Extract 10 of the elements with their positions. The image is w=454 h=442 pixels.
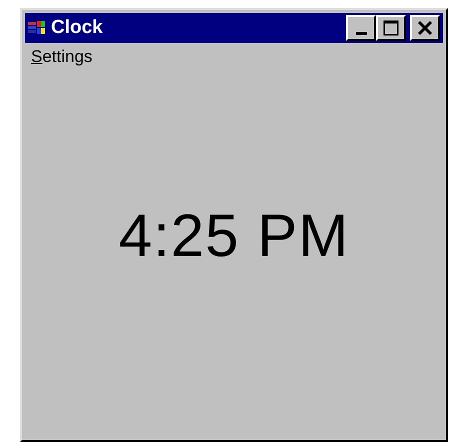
maximize-icon <box>382 19 400 37</box>
menu-item[interactable]: Settings <box>31 47 92 67</box>
app-icon <box>28 20 46 36</box>
close-button[interactable] <box>410 15 440 41</box>
close-icon <box>416 19 434 37</box>
minimize-icon <box>356 32 366 34</box>
maximize-button[interactable] <box>376 15 406 41</box>
clock-time: 4:25 PM <box>118 201 350 270</box>
window-title: Clock <box>51 17 103 39</box>
minimize-button[interactable] <box>346 15 376 41</box>
